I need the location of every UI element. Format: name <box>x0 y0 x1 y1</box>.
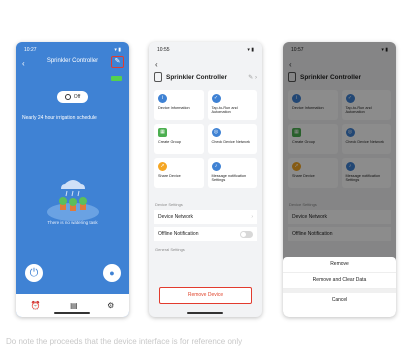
chevron-right-icon: › <box>251 214 253 220</box>
phone-screen-remove-sheet: 10:57 ▾ ▮ ‹ Sprinkler Controller i Devic… <box>283 42 396 317</box>
tab-settings-icon[interactable]: ⚙ <box>107 301 114 310</box>
card-label: Check Device Network <box>211 140 250 144</box>
card-label: Share Device <box>158 174 181 178</box>
cancel-option[interactable]: Cancel <box>283 293 396 308</box>
function-grid: i Device Information ✓ Tap-to-Run and Au… <box>154 90 257 188</box>
offline-notification-row: Offline Notification <box>154 227 257 241</box>
general-settings-header: General Settings <box>155 247 185 252</box>
create-group-card[interactable]: ▦ Create Group <box>154 124 204 154</box>
remove-option[interactable]: Remove <box>283 257 396 273</box>
power-off-icon <box>64 94 71 100</box>
card-label: Create Group <box>158 140 182 144</box>
check-network-card[interactable]: ◎ Check Device Network <box>207 124 257 154</box>
remove-clear-data-option[interactable]: Remove and Clear Data <box>283 273 396 289</box>
device-network-row[interactable]: Device Network › <box>154 210 257 224</box>
remove-action-sheet: Remove Remove and Clear Data Cancel <box>283 257 396 317</box>
status-time: 10:55 <box>157 47 170 53</box>
phone-screen-controller: 10:27 ▾ ▮ ‹ Sprinkler Controller ✎ Off N… <box>16 42 129 317</box>
power-button[interactable]: ⏻ <box>25 264 43 282</box>
status-signal: ▾ ▮ <box>247 47 254 53</box>
check-icon: ✓ <box>211 94 221 103</box>
tab-schedule-icon[interactable]: ⏰ <box>31 301 41 310</box>
device-information-card[interactable]: i Device Information <box>154 90 204 120</box>
water-drop-button[interactable]: ● <box>103 264 121 282</box>
edit-icon[interactable]: ✎ <box>111 56 124 68</box>
remove-device-button[interactable]: Remove Device <box>159 287 252 304</box>
plants-illustration-icon <box>47 180 99 221</box>
status-bar: 10:55 ▾ ▮ <box>157 47 254 55</box>
rename-icon[interactable]: ✎ › <box>248 74 257 81</box>
off-label: Off <box>73 94 81 100</box>
tab-records-icon[interactable]: ▤ <box>70 301 78 310</box>
device-header: Sprinkler Controller ✎ › <box>154 70 257 84</box>
card-label: Tap-to-Run and Automation <box>211 106 238 115</box>
battery-icon <box>111 76 122 81</box>
status-bar: 10:27 ▾ ▮ <box>24 47 121 55</box>
row-label: Offline Notification <box>158 231 199 237</box>
status-time: 10:27 <box>24 47 37 53</box>
row-label: Device Network <box>158 214 194 220</box>
off-button[interactable]: Off <box>57 91 88 103</box>
card-label: Message notification Settings <box>211 174 247 183</box>
home-indicator <box>54 312 90 314</box>
device-settings-header: Device Settings <box>155 202 183 207</box>
share-device-card[interactable]: ➚ Share Device <box>154 158 204 188</box>
card-label: Device Information <box>158 106 190 110</box>
share-icon: ➚ <box>158 162 167 171</box>
notification-settings-card[interactable]: ♪ Message notification Settings <box>207 158 257 188</box>
device-title: Sprinkler Controller <box>166 73 228 81</box>
group-icon: ▦ <box>158 128 167 137</box>
back-icon[interactable]: ‹ <box>155 60 158 69</box>
info-icon: i <box>158 94 167 103</box>
no-watering-text: There is no watering task <box>47 220 98 225</box>
home-indicator <box>187 312 223 314</box>
status-signal: ▾ ▮ <box>114 47 121 53</box>
schedule-text: Nearly 24 hour irrigation schedule <box>22 115 97 121</box>
disclaimer-caption: Do note the proceeds that the device int… <box>6 337 243 346</box>
device-icon <box>154 72 162 82</box>
offline-notification-toggle[interactable] <box>240 230 253 238</box>
bell-icon: ♪ <box>211 162 221 171</box>
network-icon: ◎ <box>211 128 221 137</box>
phone-screen-settings: 10:55 ▾ ▮ ‹ Sprinkler Controller ✎ › i D… <box>149 42 262 317</box>
tap-to-run-card[interactable]: ✓ Tap-to-Run and Automation <box>207 90 257 120</box>
